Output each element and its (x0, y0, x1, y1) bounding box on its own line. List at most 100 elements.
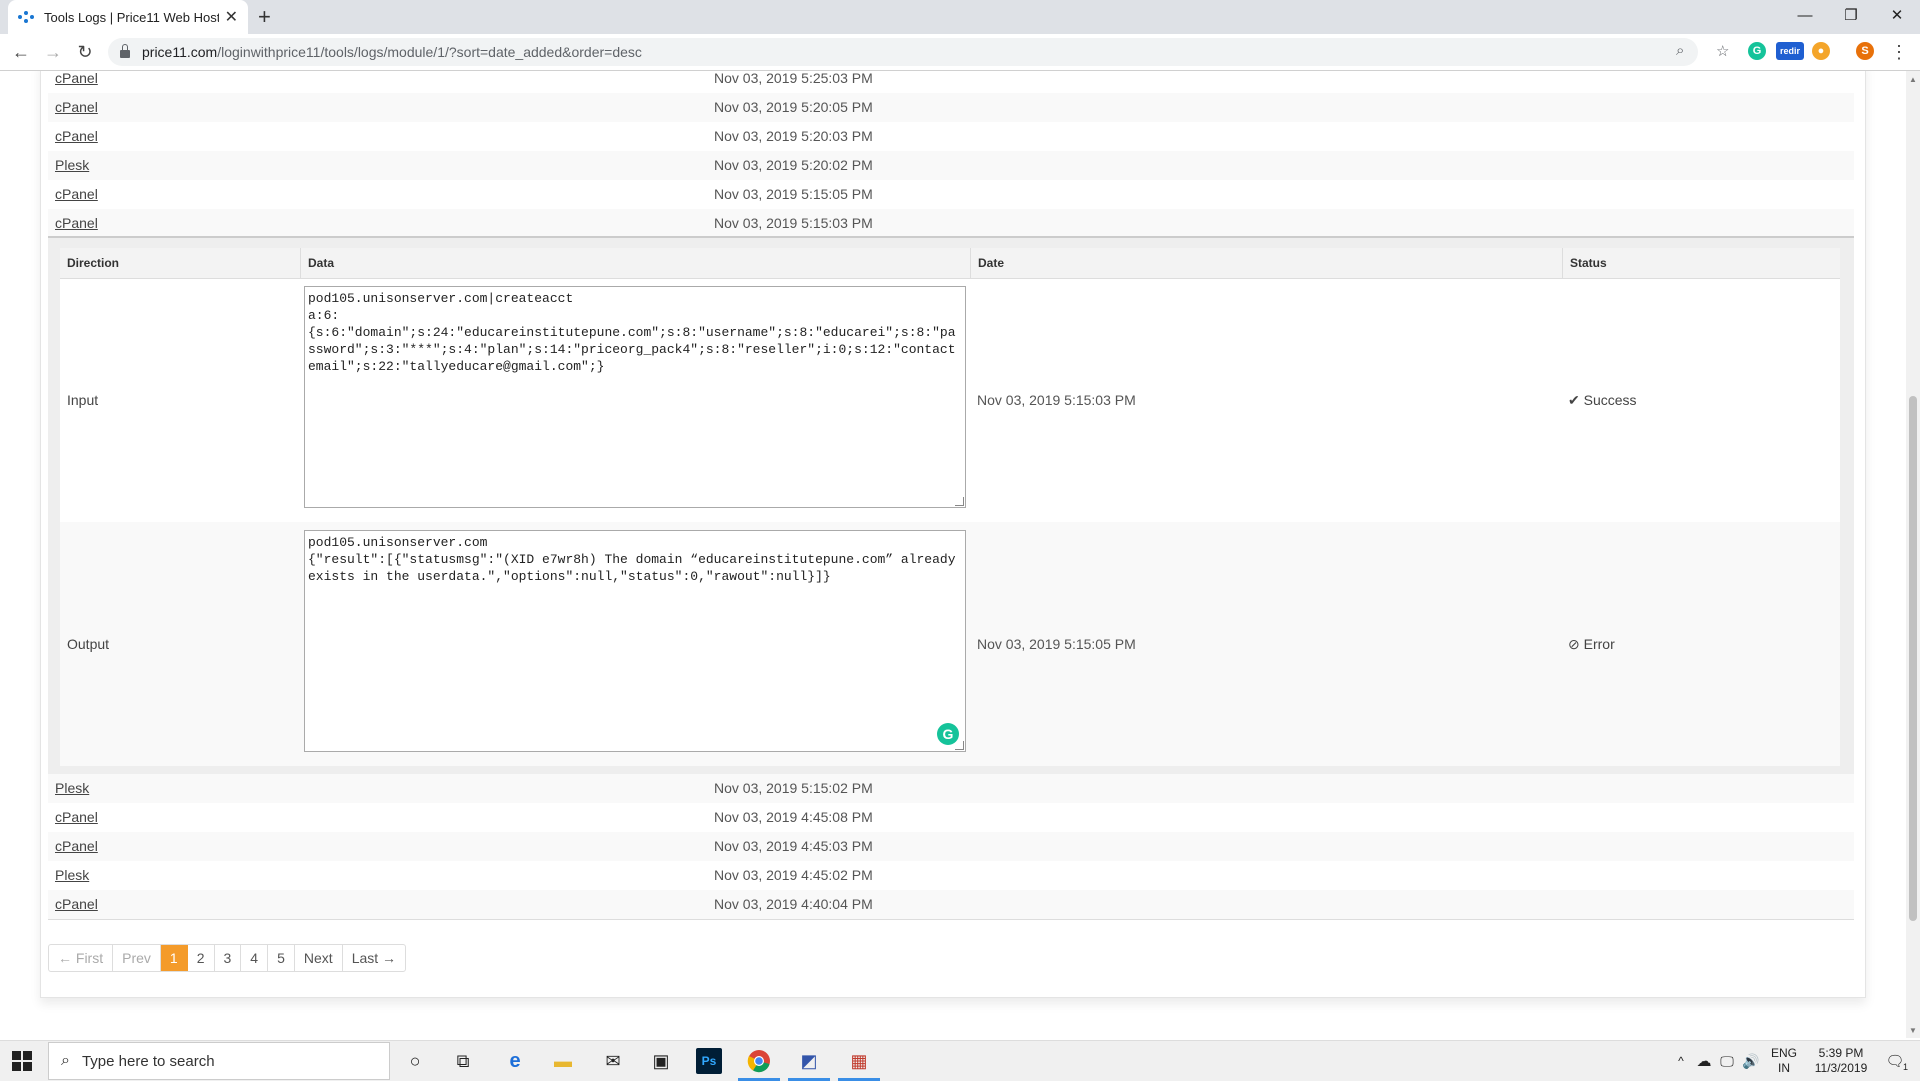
winrar-icon[interactable]: ▦ (838, 1048, 880, 1081)
browser-tab[interactable]: Tools Logs | Price11 Web Hosting ✕ (8, 0, 248, 34)
output-data-textarea[interactable]: pod105.unisonserver.com {"result":[{"sta… (304, 530, 966, 752)
notification-icon[interactable]: 🗨 1 (1880, 1041, 1910, 1081)
log-row[interactable]: cPanel Nov 03, 2019 5:20:05 PM (48, 93, 1854, 122)
log-module-link[interactable]: cPanel (55, 186, 98, 202)
log-row[interactable]: cPanel Nov 03, 2019 5:20:03 PM (48, 122, 1854, 151)
log-module-link[interactable]: cPanel (55, 215, 98, 231)
pagination-next[interactable]: Next (295, 945, 343, 971)
chrome-icon[interactable] (738, 1048, 780, 1081)
pagination-last[interactable]: Last → (343, 945, 405, 971)
log-date: Nov 03, 2019 4:45:03 PM (714, 838, 873, 854)
grammarly-extension-icon[interactable]: G (1748, 42, 1766, 60)
region-code: IN (1778, 1061, 1790, 1075)
log-date: Nov 03, 2019 5:25:03 PM (714, 71, 873, 86)
tab-title: Tools Logs | Price11 Web Hosting (44, 9, 219, 25)
header-date: Date (978, 256, 1005, 270)
pagination-page-1[interactable]: 1 (160, 945, 188, 971)
onedrive-icon[interactable]: ☁ (1694, 1041, 1714, 1081)
input-data-text: pod105.unisonserver.com|createacct a:6: … (308, 291, 956, 374)
network-tool-icon[interactable]: ◩ (788, 1048, 830, 1081)
pagination-page-3[interactable]: 3 (215, 945, 242, 971)
log-row[interactable]: cPanel Nov 03, 2019 4:45:08 PM (48, 803, 1854, 832)
reload-icon[interactable]: ↻ (72, 39, 98, 65)
search-icon: ⌕ (61, 1052, 70, 1069)
cookie-extension-icon[interactable]: ● (1812, 42, 1830, 60)
windows-taskbar: ⌕ Type here to search ○ ⧉ e ▬ ✉ ▣ Ps ◩ ▦… (0, 1040, 1920, 1081)
notification-count: 1 (1902, 1062, 1908, 1072)
log-module-link[interactable]: cPanel (55, 809, 98, 825)
log-row[interactable]: cPanel Nov 03, 2019 4:45:03 PM (48, 832, 1854, 861)
back-icon[interactable]: ← (8, 39, 34, 65)
profile-avatar[interactable]: S (1856, 42, 1874, 60)
url-path: /loginwithprice11/tools/logs/module/1/?s… (217, 44, 642, 60)
edge-browser-icon[interactable]: e (502, 1048, 528, 1074)
tray-chevron-icon[interactable]: ^ (1672, 1041, 1690, 1081)
resize-handle-icon[interactable] (955, 497, 964, 506)
cortana-icon[interactable]: ○ (402, 1048, 428, 1074)
log-row[interactable]: cPanel Nov 03, 2019 5:25:03 PM (48, 71, 1854, 93)
log-detail-panel: Direction Data Date Status Input pod105.… (48, 236, 1854, 776)
pagination-page-2[interactable]: 2 (188, 945, 215, 971)
pagination-page-4[interactable]: 4 (241, 945, 269, 971)
site-favicon-icon (18, 9, 34, 25)
mail-icon[interactable]: ✉ (600, 1048, 626, 1074)
direction-cell: Input (67, 392, 99, 408)
browser-toolbar: ← → ↻ price11.com/loginwithprice11/tools… (0, 34, 1920, 71)
log-module-link[interactable]: Plesk (55, 867, 89, 883)
log-row[interactable]: cPanel Nov 03, 2019 5:15:05 PM (48, 180, 1854, 209)
restore-icon[interactable]: ❐ (1828, 0, 1874, 30)
bookmark-star-icon[interactable]: ☆ (1716, 42, 1729, 60)
clock[interactable]: 5:39 PM 11/3/2019 (1806, 1041, 1876, 1081)
log-module-link[interactable]: Plesk (55, 157, 89, 173)
language-indicator[interactable]: ENG IN (1768, 1041, 1800, 1081)
check-icon: ✔ (1568, 392, 1580, 408)
browser-menu-icon[interactable]: ⋮ (1886, 39, 1912, 65)
tab-close-icon[interactable]: ✕ (225, 7, 238, 27)
log-row[interactable]: Plesk Nov 03, 2019 5:20:02 PM (48, 151, 1854, 180)
minimize-icon[interactable]: — (1782, 0, 1828, 30)
pagination-prev[interactable]: Prev (113, 945, 161, 971)
url-domain: price11.com (142, 44, 218, 60)
page-scrollbar[interactable]: ▲ ▼ (1906, 71, 1920, 1038)
output-data-text: pod105.unisonserver.com {"result":[{"sta… (308, 535, 956, 584)
status-success: ✔ Success (1568, 392, 1637, 409)
log-row[interactable]: Plesk Nov 03, 2019 5:15:02 PM (48, 774, 1854, 803)
log-module-link[interactable]: Plesk (55, 780, 89, 796)
new-tab-button[interactable]: + (258, 4, 271, 30)
network-icon[interactable]: 🖵 (1716, 1041, 1738, 1081)
pagination-first[interactable]: ← First (49, 945, 114, 971)
volume-icon[interactable]: 🔊 (1740, 1041, 1762, 1081)
input-data-textarea[interactable]: pod105.unisonserver.com|createacct a:6: … (304, 286, 966, 508)
notification-glyph: 🗨 (1885, 1052, 1905, 1070)
forward-icon[interactable]: → (40, 39, 66, 65)
header-direction: Direction (67, 256, 120, 270)
log-module-link[interactable]: cPanel (55, 896, 98, 912)
log-row[interactable]: cPanel Nov 03, 2019 4:40:04 PM (48, 890, 1854, 920)
window-close-icon[interactable]: ✕ (1874, 0, 1920, 30)
clock-time: 5:39 PM (1818, 1046, 1864, 1060)
taskbar-search-box[interactable]: ⌕ Type here to search (48, 1042, 390, 1080)
scroll-up-icon[interactable]: ▲ (1909, 75, 1917, 84)
status-text: Error (1583, 636, 1615, 652)
detail-row-input: Input pod105.unisonserver.com|createacct… (60, 278, 1840, 522)
redirect-extension-label: redir (1779, 46, 1800, 56)
pagination-page-5[interactable]: 5 (268, 945, 295, 971)
log-row[interactable]: Plesk Nov 03, 2019 4:45:02 PM (48, 861, 1854, 890)
photoshop-icon[interactable]: Ps (696, 1048, 722, 1074)
windows-start-icon[interactable] (12, 1051, 32, 1071)
scrollbar-thumb[interactable] (1909, 396, 1917, 921)
zoom-icon[interactable]: ⌕ (1676, 42, 1684, 59)
address-bar[interactable]: price11.com/loginwithprice11/tools/logs/… (108, 38, 1729, 66)
log-row-expanded[interactable]: cPanel Nov 03, 2019 5:15:03 PM (48, 209, 1854, 238)
resize-handle-icon[interactable] (955, 741, 964, 750)
store-icon[interactable]: ▣ (648, 1048, 674, 1074)
scroll-down-icon[interactable]: ▼ (1909, 1026, 1917, 1035)
log-module-link[interactable]: cPanel (55, 71, 98, 86)
log-module-link[interactable]: cPanel (55, 99, 98, 115)
task-view-icon[interactable]: ⧉ (450, 1048, 476, 1074)
redirect-extension-icon[interactable]: redir (1776, 42, 1804, 60)
language-code: ENG (1770, 1046, 1797, 1060)
log-module-link[interactable]: cPanel (55, 128, 98, 144)
file-explorer-icon[interactable]: ▬ (550, 1048, 576, 1074)
log-module-link[interactable]: cPanel (55, 838, 98, 854)
